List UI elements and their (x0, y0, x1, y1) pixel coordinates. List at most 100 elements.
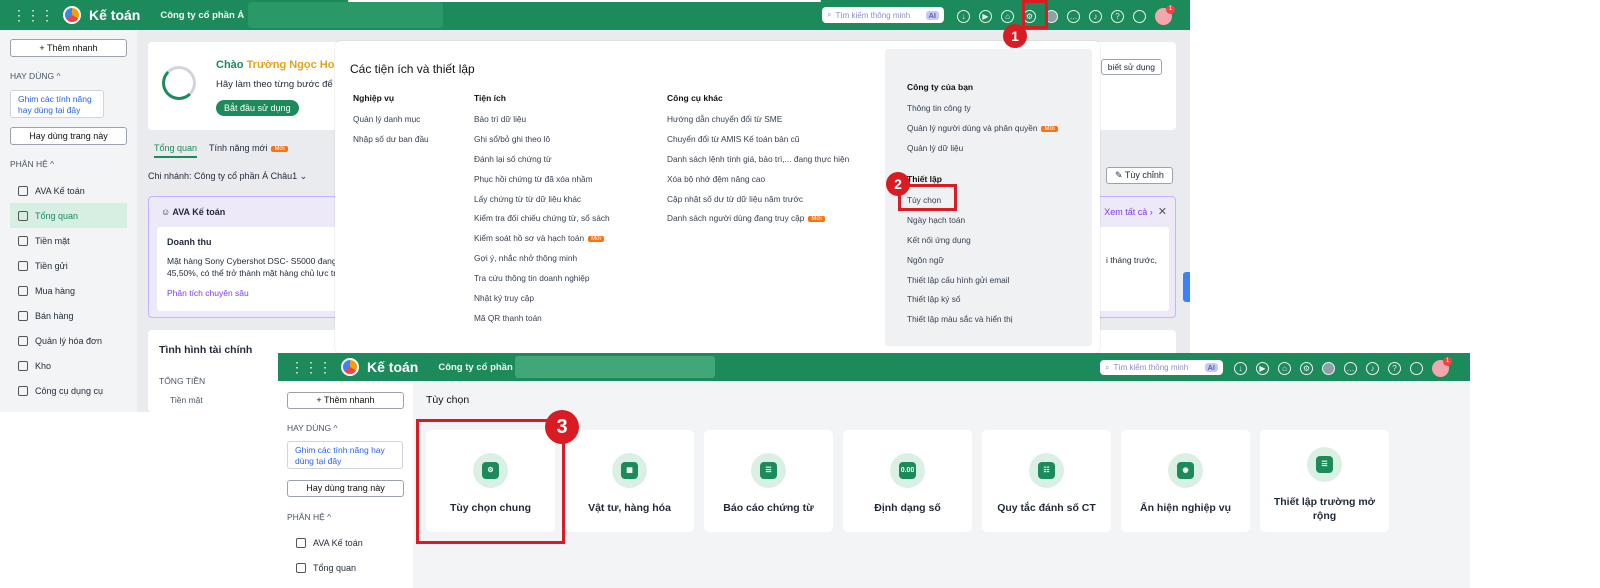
menu-item[interactable]: Lấy chứng từ từ dữ liệu khác (474, 194, 610, 214)
customize-button[interactable]: ✎ Tùy chỉnh (1106, 167, 1173, 184)
menu-item[interactable]: Kiểm soát hồ sơ và hạch toán Mới (474, 233, 610, 253)
hay-dung-page-button[interactable]: Hay dùng trang này (10, 127, 127, 145)
menu-item[interactable]: Kiểm tra đối chiếu chứng từ, sổ sách (474, 213, 610, 233)
sidebar-item-0[interactable]: AVA Kế toán (296, 530, 404, 555)
app-logo (341, 358, 359, 376)
menu-item[interactable]: Phục hồi chứng từ đã xóa nhầm (474, 174, 610, 194)
phan-he-section[interactable]: PHÂN HỆ ^ (287, 512, 331, 522)
menu-item[interactable]: Quản lý danh mục (353, 114, 429, 134)
menu-item[interactable]: Hướng dẫn chuyển đổi từ SME (667, 114, 849, 134)
tab-overview[interactable]: Tổng quan (154, 143, 198, 158)
bell-icon[interactable]: ♪ (1366, 362, 1379, 375)
play-icon[interactable]: ▶ (1256, 362, 1269, 375)
menu-item[interactable]: Xóa bộ nhớ đệm nâng cao (667, 174, 849, 194)
new-badge: Mới (808, 216, 825, 223)
hay-dung-section[interactable]: HAY DÙNG ^ (287, 423, 337, 433)
avatar[interactable]: 1 (1432, 357, 1452, 377)
menu-item[interactable]: Chuyển đổi từ AMIS Kế toán bản cũ (667, 134, 849, 154)
sidebar-item-4[interactable]: Mua hàng (10, 278, 127, 303)
sidebar-item-1[interactable]: Tổng quan (296, 555, 404, 580)
play-icon[interactable]: ▶ (979, 10, 992, 23)
option-card-6[interactable]: ☰ Thiết lập trường mở rộng (1260, 430, 1389, 532)
option-card-2[interactable]: ☰ Báo cáo chứng từ (704, 430, 833, 532)
menu-item[interactable]: Thiết lập màu sắc và hiển thị (907, 314, 1013, 334)
more-icon[interactable] (1410, 362, 1423, 375)
menu-item[interactable]: Nhập số dư ban đầu (353, 134, 429, 154)
hay-dung-section[interactable]: HAY DÙNG ^ (10, 71, 60, 81)
sidebar-item-8[interactable]: Công cụ dụng cụ (10, 378, 127, 403)
menu-item[interactable]: Ngày hạch toán (907, 215, 1013, 235)
hay-dung-page-button[interactable]: Hay dùng trang này (287, 480, 404, 497)
hay-dung-label: HAY DÙNG (10, 71, 55, 81)
analysis-link[interactable]: Phân tích chuyên sâu (167, 288, 249, 298)
nav-icon (18, 285, 28, 296)
user-avatar-icon[interactable] (1322, 362, 1335, 375)
menu-item[interactable]: Danh sách lệnh tính giá, bảo trì,... đan… (667, 154, 849, 174)
avatar[interactable]: 1 (1155, 5, 1175, 25)
download-icon[interactable]: ↓ (1234, 362, 1247, 375)
company-name[interactable]: Công ty cổ phần Á (160, 10, 244, 21)
sidebar-item-label: AVA Kế toán (35, 185, 85, 196)
guide-button[interactable]: biết sử dụng (1100, 59, 1162, 75)
menu-item[interactable]: Danh sách người dùng đang truy cập Mới (667, 213, 849, 233)
menu-item[interactable]: Quản lý người dùng và phân quyền Mới (907, 123, 1058, 143)
help-icon[interactable]: ? (1388, 362, 1401, 375)
menu-item[interactable]: Thiết lập cấu hình gửi email (907, 275, 1013, 295)
option-card-1[interactable]: ▦ Vật tư, hàng hóa (565, 430, 694, 532)
sidebar-item-1[interactable]: Tổng quan (10, 203, 127, 228)
chat-icon[interactable]: … (1344, 362, 1357, 375)
option-card-3[interactable]: 0.00 Định dạng số (843, 430, 972, 532)
sidebar-item-5[interactable]: Bán hàng (10, 303, 127, 328)
chat-icon[interactable]: … (1067, 10, 1080, 23)
option-card-5[interactable]: ◉ Ẩn hiện nghiệp vụ (1121, 430, 1250, 532)
phan-he-section[interactable]: PHÂN HỆ ^ (10, 159, 54, 169)
app-grid-icon[interactable]: ⋮⋮⋮ (12, 7, 54, 24)
company-name[interactable]: Công ty cổ phần (438, 362, 512, 373)
help-icon[interactable]: ? (1111, 10, 1124, 23)
sidebar-item-6[interactable]: Quản lý hóa đơn (10, 328, 127, 353)
app-logo (63, 6, 81, 24)
card-icon: ☰ (1307, 447, 1342, 482)
side-handle[interactable] (1183, 272, 1190, 302)
bell-icon[interactable]: ♪ (1089, 10, 1102, 23)
sidebar-item-7[interactable]: Kho (10, 353, 127, 378)
step-2-marker: 2 (886, 172, 910, 196)
sidebar-item-2[interactable]: Tiền mặt (10, 228, 127, 253)
sidebar-item-label: Công cụ dụng cụ (35, 385, 104, 396)
menu-item[interactable]: Mã QR thanh toán (474, 313, 610, 333)
add-quick-button[interactable]: + Thêm nhanh (287, 392, 404, 409)
menu-item[interactable]: Ghi sổ/bỏ ghi theo lô (474, 134, 610, 154)
home-icon[interactable]: ⌂ (1278, 362, 1291, 375)
tab-new-features[interactable]: Tính năng mới Mới (209, 143, 288, 153)
menu-item[interactable]: Tra cứu thông tin doanh nghiệp (474, 273, 610, 293)
more-icon[interactable] (1133, 10, 1146, 23)
menu-item[interactable]: Thông tin công ty (907, 103, 1058, 123)
menu-item[interactable]: Đánh lại số chứng từ (474, 154, 610, 174)
app-grid-icon[interactable]: ⋮⋮⋮ (290, 359, 332, 376)
menu-item[interactable]: Gợi ý, nhắc nhở thông minh (474, 253, 610, 273)
add-quick-button[interactable]: + Thêm nhanh (10, 39, 127, 57)
company-items: Thông tin công ty Quản lý người dùng và p… (907, 103, 1058, 163)
menu-item[interactable]: Thiết lập ký số (907, 294, 1013, 314)
menu-item-label: Thiết lập màu sắc và hiển thị (907, 314, 1013, 325)
search-input[interactable]: ⌕ Tìm kiếm thông minh AI (822, 7, 944, 23)
menu-item[interactable]: Kết nối ứng dụng (907, 235, 1013, 255)
download-icon[interactable]: ↓ (957, 10, 970, 23)
menu-item[interactable]: Bảo trì dữ liệu (474, 114, 610, 134)
view-all-link[interactable]: Xem tất cả › ✕ (1104, 205, 1167, 218)
option-card-4[interactable]: ☷ Quy tắc đánh số CT (982, 430, 1111, 532)
gear-icon[interactable]: ⚙ (1300, 362, 1313, 375)
menu-item[interactable]: Ngôn ngữ (907, 255, 1013, 275)
start-button[interactable]: Bắt đầu sử dụng (216, 100, 299, 116)
hay-dung-label: HAY DÙNG (287, 423, 332, 433)
home-icon[interactable]: ⌂ (1001, 10, 1014, 23)
branch-select[interactable]: Chi nhánh: Công ty cổ phần Á Châu1 ⌄ (148, 171, 307, 182)
sidebar-item-0[interactable]: AVA Kế toán (10, 178, 127, 203)
search-input[interactable]: ⌕ Tìm kiếm thông minh AI (1100, 360, 1223, 375)
menu-item-label: Chuyển đổi từ AMIS Kế toán bản cũ (667, 133, 800, 144)
sidebar-item-3[interactable]: Tiền gửi (10, 253, 127, 278)
menu-item[interactable]: Quản lý dữ liệu (907, 143, 1058, 163)
menu-item[interactable]: Cập nhật số dư từ dữ liệu năm trước (667, 194, 849, 214)
close-icon[interactable]: ✕ (1158, 206, 1167, 218)
menu-item[interactable]: Nhật ký truy cập (474, 293, 610, 313)
